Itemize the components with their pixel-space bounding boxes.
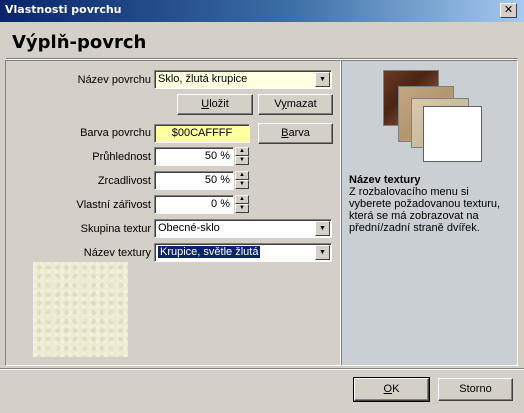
delete-button-label: mazat bbox=[286, 98, 317, 110]
color-label: Barva povrchu bbox=[80, 127, 151, 139]
texture-group-label: Skupina textur bbox=[80, 223, 151, 235]
save-button-mnemonic: U bbox=[201, 98, 210, 110]
texture-group-combo[interactable]: Obecné-sklo ▼ bbox=[154, 219, 332, 238]
down-arrow-icon[interactable]: ▼ bbox=[315, 221, 330, 236]
window-title: Vlastnosti povrchu bbox=[5, 3, 122, 16]
reflectivity-label: Zrcadlivost bbox=[97, 175, 151, 187]
transparency-spinner[interactable]: ▲ ▼ bbox=[235, 147, 249, 166]
texture-group-value: Obecné-sklo bbox=[158, 222, 220, 234]
ok-button-mnemonic: O bbox=[383, 383, 393, 395]
help-text: Z rozbalovacího menu si vyberete požadov… bbox=[349, 186, 501, 234]
down-arrow-icon[interactable]: ▼ bbox=[315, 72, 330, 87]
up-arrow-icon[interactable]: ▲ bbox=[235, 171, 249, 180]
down-arrow-icon[interactable]: ▼ bbox=[235, 180, 249, 189]
transparency-input[interactable]: 50 % bbox=[154, 147, 234, 166]
ok-button[interactable]: OK bbox=[353, 377, 430, 402]
reflectivity-input[interactable]: 50 % bbox=[154, 171, 234, 190]
down-arrow-icon[interactable]: ▼ bbox=[235, 204, 249, 213]
texture-name-value: Krupice, světle žlutá bbox=[158, 246, 261, 258]
close-icon: ✕ bbox=[503, 3, 514, 16]
down-arrow-icon[interactable]: ▼ bbox=[235, 156, 249, 165]
emission-label: Vlastní zářivost bbox=[76, 199, 151, 211]
help-title: Název textury bbox=[349, 174, 421, 186]
up-arrow-icon[interactable]: ▲ bbox=[235, 147, 249, 156]
color-button[interactable]: Barva bbox=[258, 123, 333, 144]
white-swatch bbox=[423, 106, 482, 162]
divider bbox=[0, 369, 524, 370]
transparency-label: Průhlednost bbox=[92, 151, 151, 163]
color-button-label: arva bbox=[288, 127, 310, 139]
emission-input[interactable]: 0 % bbox=[154, 195, 234, 214]
delete-button[interactable]: Vymazat bbox=[258, 94, 333, 115]
ok-button-label: K bbox=[392, 383, 400, 395]
close-button[interactable]: ✕ bbox=[500, 3, 517, 18]
texture-name-combo[interactable]: Krupice, světle žlutá ▼ bbox=[154, 243, 332, 262]
reflectivity-spinner[interactable]: ▲ ▼ bbox=[235, 171, 249, 190]
down-arrow-icon[interactable]: ▼ bbox=[315, 245, 330, 260]
up-arrow-icon[interactable]: ▲ bbox=[235, 195, 249, 204]
save-button[interactable]: Uložit bbox=[177, 94, 253, 115]
page-title: Výplň-povrch bbox=[12, 32, 147, 53]
emission-spinner[interactable]: ▲ ▼ bbox=[235, 195, 249, 214]
cancel-button[interactable]: Storno bbox=[438, 378, 513, 401]
color-value-field[interactable]: $00CAFFFF bbox=[154, 124, 250, 143]
texture-preview-image bbox=[33, 262, 128, 357]
surface-name-value: Sklo, žlutá krupice bbox=[158, 73, 248, 85]
surface-name-label: Název povrchu bbox=[77, 74, 151, 86]
save-button-label: ložit bbox=[209, 98, 229, 110]
surface-name-combo[interactable]: Sklo, žlutá krupice ▼ bbox=[154, 70, 332, 89]
texture-name-label: Název textury bbox=[83, 247, 151, 259]
